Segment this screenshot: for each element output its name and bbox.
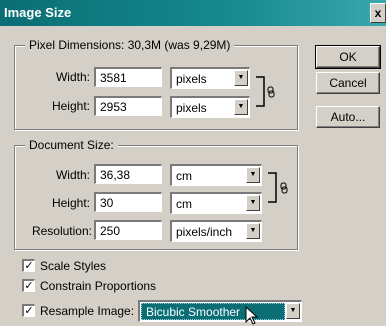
doc-height-unit-select[interactable]: cm ▼ [170,192,262,214]
resample-method-value: Bicubic Smoother [141,303,285,320]
resample-image-checkbox[interactable]: ✓ [22,304,35,317]
pixel-constrain-bracket [256,76,275,107]
pixel-height-label: Height: [51,99,90,113]
doc-height-input[interactable]: 30 [94,192,162,212]
doc-width-unit-value: cm [176,169,192,183]
pixel-dimensions-legend: Pixel Dimensions: 30,3M (was 9,29M) [25,38,235,52]
doc-width-label: Width: [55,168,90,182]
resolution-label: Resolution: [31,224,92,238]
dropdown-arrow-icon[interactable]: ▼ [234,70,248,86]
scale-styles-checkbox[interactable]: ✓ [22,259,35,272]
pixel-width-input[interactable]: 3581 [94,67,162,87]
dropdown-arrow-icon[interactable]: ▼ [286,303,300,319]
mouse-cursor-icon [245,306,259,325]
dropdown-arrow-icon[interactable]: ▼ [234,99,248,115]
pixel-height-unit-value: pixels [176,101,207,115]
doc-width-input[interactable]: 36,38 [94,164,162,184]
window-title: Image Size [4,5,72,20]
resolution-input[interactable]: 250 [94,220,162,240]
pixel-width-unit-select[interactable]: pixels ▼ [170,67,250,89]
scale-styles-label: Scale Styles [40,259,107,273]
doc-width-unit-select[interactable]: cm ▼ [170,164,262,186]
close-button[interactable]: x [370,3,386,23]
pixel-width-label: Width: [55,70,90,84]
doc-height-label: Height: [51,196,90,210]
pixel-height-unit-select[interactable]: pixels ▼ [170,96,250,118]
dropdown-arrow-icon[interactable]: ▼ [246,167,260,183]
auto-button[interactable]: Auto... [316,106,380,128]
resolution-unit-select[interactable]: pixels/inch ▼ [170,220,262,242]
resample-method-select[interactable]: Bicubic Smoother ▼ [138,300,302,322]
chain-link-icon [280,182,288,194]
title-bar: Image Size x [0,0,386,26]
dropdown-arrow-icon[interactable]: ▼ [246,223,260,239]
resample-image-label: Resample Image: [40,304,135,318]
document-constrain-bracket [268,172,288,203]
cancel-button[interactable]: Cancel [316,72,380,94]
constrain-proportions-label: Constrain Proportions [40,279,157,293]
dropdown-arrow-icon[interactable]: ▼ [246,195,260,211]
chain-link-icon [267,86,275,98]
resolution-unit-value: pixels/inch [176,225,233,239]
pixel-height-input[interactable]: 2953 [94,96,162,116]
pixel-width-unit-value: pixels [176,72,207,86]
doc-height-unit-value: cm [176,197,192,211]
document-size-legend: Document Size: [25,138,118,152]
constrain-proportions-checkbox[interactable]: ✓ [22,279,35,292]
ok-button[interactable]: OK [315,45,381,69]
